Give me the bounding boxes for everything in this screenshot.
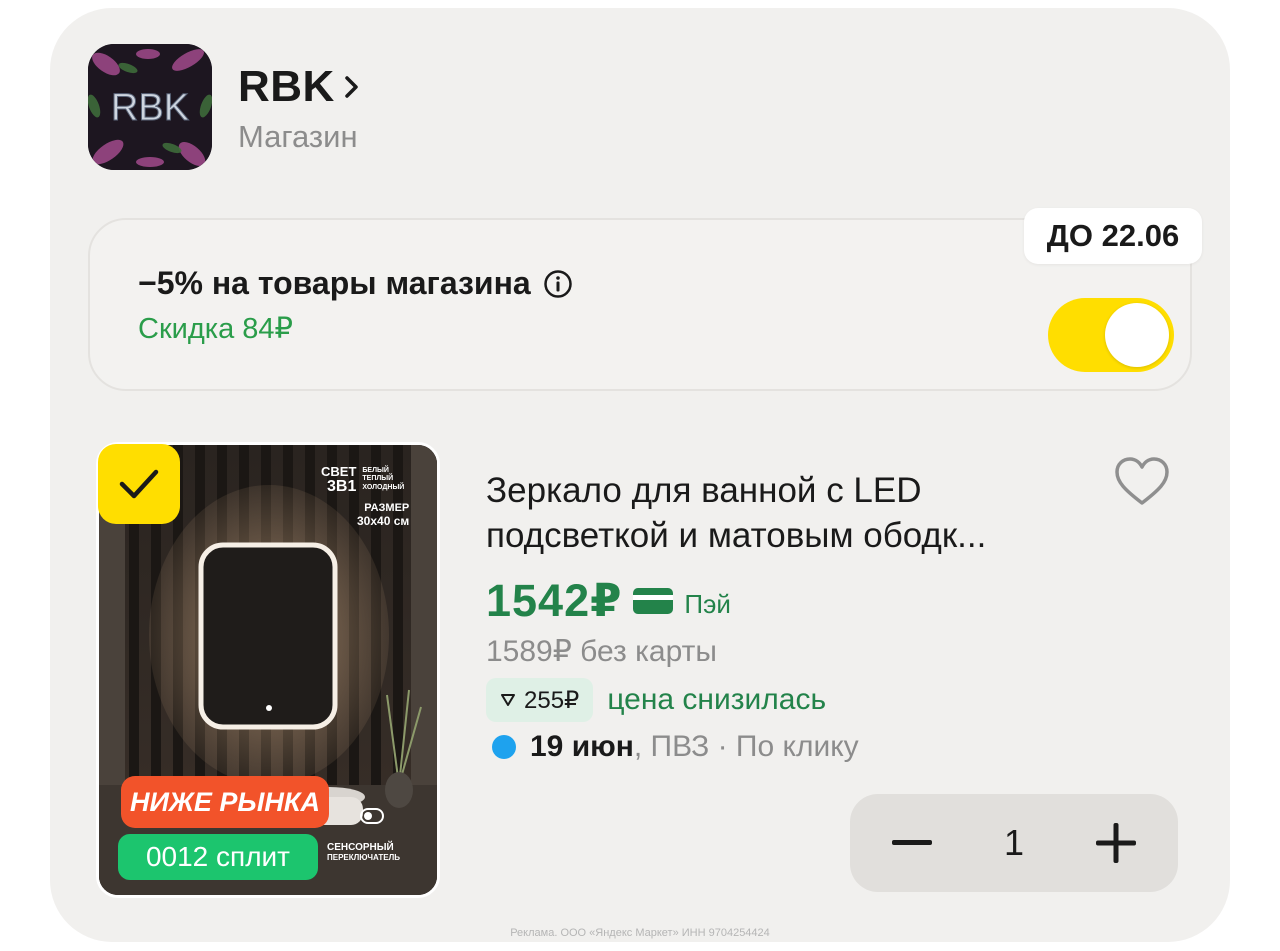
img-light-opt: ХОЛОДНЫЙ [362,483,405,491]
promo-discount-amount: Скидка 84₽ [138,313,293,345]
product-title[interactable]: Зеркало для ванной с LED подсветкой и ма… [486,468,1086,558]
delivery-method: , ПВЗ · По клику [633,730,859,763]
ad-disclaimer: Реклама. ООО «Яндекс Маркет» ИНН 9704254… [510,927,770,939]
price-drop-text: цена снизилась [607,683,827,716]
img-sensor-line1: СЕНСОРНЫЙ [327,842,394,853]
promo-deadline-badge: ДО 22.06 [1024,208,1202,264]
price-drop-row: 255₽ цена снизилась [486,678,826,722]
delivery-info: 19 июн, ПВЗ · По клику [492,730,859,764]
promo-toggle[interactable] [1048,298,1174,372]
quantity-value: 1 [1003,822,1025,863]
promo-title: −5% на товары магазина [138,265,573,302]
chevron-right-icon [345,76,358,98]
decrease-button[interactable] [862,794,962,892]
price-row: 1542₽ Пэй [486,574,731,627]
bank-card-icon [633,587,674,614]
toggle-knob [1105,303,1169,367]
delivery-dot-icon [492,735,516,759]
price-drop-badge: 255₽ [486,678,594,722]
split-payment-badge: 0012 сплит [118,834,318,880]
triangle-down-icon [501,694,515,706]
favorite-heart-icon[interactable] [1113,456,1171,508]
img-size-title: РАЗМЕР [364,502,410,514]
delivery-date: 19 июн [530,730,634,763]
store-type-label: Магазин [238,119,358,154]
plus-icon [1096,823,1136,863]
img-size-value: 30x40 см [357,513,410,528]
product-title-line: Зеркало для ванной с LED [486,471,922,510]
card-price: 1542₽ [486,575,623,626]
store-name-link[interactable]: RBK [238,62,365,112]
price-without-card: 1589₽ без карты [486,635,717,668]
img-light-modes: 3В1 [327,477,357,495]
checkmark-icon [119,469,159,499]
img-light-opt: ТЕПЛЫЙ [362,475,394,483]
price-drop-amount: 255₽ [524,686,580,714]
below-market-badge: НИЖЕ РЫНКА [121,776,329,828]
store-name[interactable]: RBK [238,62,335,112]
quantity-stepper: 1 [850,794,1178,892]
store-logo-text: RBK [111,87,189,129]
select-item-checkbox[interactable] [98,444,180,524]
minus-icon [892,840,932,845]
store-logo[interactable]: RBK [88,44,212,170]
increase-button[interactable] [1066,794,1166,892]
img-light-title: СВЕТ [321,464,357,479]
promo-title-text: −5% на товары магазина [138,265,531,301]
product-title-line: подсветкой и матовым ободк... [486,516,987,555]
info-icon[interactable] [543,269,573,299]
pay-label: Пэй [684,589,731,619]
img-sensor-line2: ПЕРЕКЛЮЧАТЕЛЬ [327,852,400,862]
